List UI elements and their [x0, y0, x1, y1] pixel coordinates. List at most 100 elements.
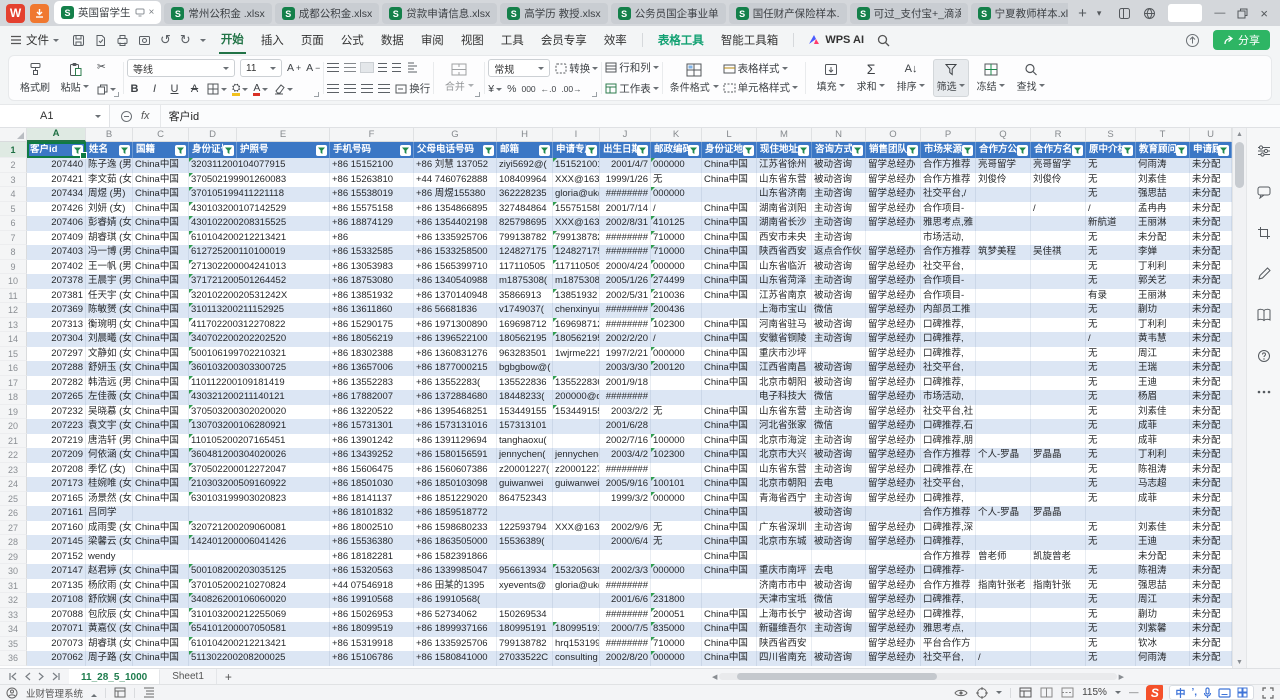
grid-cell[interactable]: China中国: [702, 550, 757, 565]
grid-cell[interactable]: China中国: [133, 245, 189, 260]
grid-cell[interactable]: +86 13053983: [330, 260, 414, 275]
grid-cell[interactable]: 207147: [27, 564, 86, 579]
grid-cell[interactable]: 未分配: [1190, 318, 1232, 333]
grid-cell[interactable]: [553, 361, 600, 376]
grid-cell[interactable]: 留学总经办: [866, 651, 921, 666]
grid-cell[interactable]: 未分配: [1190, 231, 1232, 246]
grid-cell[interactable]: 成雨雯 (女: [86, 521, 133, 536]
grid-cell[interactable]: China中国: [702, 492, 757, 507]
find-button[interactable]: 查找: [1013, 59, 1049, 97]
grid-cell[interactable]: 未分配: [1190, 637, 1232, 652]
grid-cell[interactable]: China中国: [702, 506, 757, 521]
grid-cell[interactable]: 返点合作伙: [812, 245, 866, 260]
grid-cell[interactable]: [976, 492, 1031, 507]
grid-cell[interactable]: 2002/3/3: [600, 564, 651, 579]
grid-cell[interactable]: /: [651, 332, 702, 347]
horizontal-scroll-thumb[interactable]: [737, 673, 937, 680]
close-tab-icon[interactable]: ×: [149, 7, 155, 18]
grid-cell[interactable]: 王丽淋: [1136, 216, 1190, 231]
grid-cell[interactable]: gloria@uk(: [553, 187, 600, 202]
grid-cell[interactable]: 110112200109181419: [189, 376, 330, 391]
comment-icon[interactable]: [1257, 185, 1271, 199]
grid-cell[interactable]: 山东省临沂: [757, 260, 812, 275]
grid-cell[interactable]: 被动咨询: [812, 535, 866, 550]
wrap-text-button[interactable]: 换行: [395, 81, 430, 96]
grid-cell[interactable]: +86 18056219: [330, 332, 414, 347]
grid-cell[interactable]: 江西省南昌: [757, 361, 812, 376]
grid-cell[interactable]: +86 52734062: [414, 608, 497, 623]
filter-dropdown-icon[interactable]: [1017, 145, 1028, 156]
grid-cell[interactable]: 2001/6/28: [600, 419, 651, 434]
grid-cell[interactable]: 胡睿琪 (女: [86, 637, 133, 652]
grid-cell[interactable]: 吴佳祺: [1031, 245, 1086, 260]
grid-cell[interactable]: 274499: [651, 274, 702, 289]
grid-cell[interactable]: 207406: [27, 216, 86, 231]
grid-cell[interactable]: 630103199903020823: [189, 492, 330, 507]
grid-cell[interactable]: China中国: [133, 376, 189, 391]
grid-cell[interactable]: +86 1582391866: [414, 550, 497, 565]
grid-cell[interactable]: 未分配: [1190, 463, 1232, 478]
grid-cell[interactable]: [133, 550, 189, 565]
grid-cell[interactable]: 370105199411221118: [189, 187, 330, 202]
filter-dropdown-icon[interactable]: [483, 145, 494, 156]
row-number[interactable]: 7: [0, 231, 27, 246]
grid-cell[interactable]: 合作项目-: [921, 202, 976, 217]
grid-cell[interactable]: 杨眉: [1136, 390, 1190, 405]
grid-cell[interactable]: 北京市东城: [757, 535, 812, 550]
grid-cell[interactable]: 799138782: [553, 231, 600, 246]
grid-cell[interactable]: XXX@163.c: [553, 173, 600, 188]
row-number[interactable]: 13: [0, 318, 27, 333]
grid-cell[interactable]: 留学总经办: [866, 332, 921, 347]
row-number[interactable]: 27: [0, 521, 27, 536]
fill-button[interactable]: 填充: [813, 59, 849, 97]
grid-cell[interactable]: [1031, 521, 1086, 536]
system-caret[interactable]: [91, 691, 97, 697]
sheet-tab-active[interactable]: 11_28_5_1000: [69, 669, 160, 684]
grid-cell[interactable]: 207304: [27, 332, 86, 347]
menu-item-数据[interactable]: 数据: [379, 27, 406, 53]
grid-cell[interactable]: ########: [600, 579, 651, 594]
header-cell[interactable]: 咨询方式: [812, 142, 866, 158]
minimize-icon[interactable]: —: [1214, 7, 1225, 19]
header-cell[interactable]: 原中介机: [1086, 142, 1136, 158]
grid-cell[interactable]: [702, 303, 757, 318]
grid-cell[interactable]: China中国: [702, 521, 757, 536]
grid-cell[interactable]: [1031, 260, 1086, 275]
grid-cell[interactable]: [976, 289, 1031, 304]
grid-cell[interactable]: [976, 477, 1031, 492]
grid-cell[interactable]: China中国: [702, 434, 757, 449]
column-letter[interactable]: D: [189, 128, 237, 142]
row-number[interactable]: 3: [0, 173, 27, 188]
column-letter[interactable]: B: [86, 128, 133, 142]
grid-cell[interactable]: [1031, 405, 1086, 420]
grid-cell[interactable]: gloria@uk(: [553, 579, 600, 594]
grid-cell[interactable]: China中国: [702, 231, 757, 246]
grid-cell[interactable]: 雅思考点,雅: [921, 216, 976, 231]
grid-cell[interactable]: 留学总经办: [866, 216, 921, 231]
grid-cell[interactable]: 罗晶晶: [1031, 448, 1086, 463]
column-letter[interactable]: L: [702, 128, 757, 142]
grid-cell[interactable]: 207108: [27, 593, 86, 608]
grid-cell[interactable]: 留学总经办: [866, 521, 921, 536]
grid-cell[interactable]: 留学总经办: [866, 289, 921, 304]
grid-cell[interactable]: ########: [600, 608, 651, 623]
grid-cell[interactable]: +86 13439252: [330, 448, 414, 463]
grid-cell[interactable]: +86 18099519: [330, 622, 414, 637]
scroll-left-icon[interactable]: ◀: [712, 673, 717, 681]
grid-cell[interactable]: 王丽淋: [1136, 289, 1190, 304]
grid-cell[interactable]: 207232: [27, 405, 86, 420]
grid-cell[interactable]: 冯一博 (男: [86, 245, 133, 260]
grid-cell[interactable]: [976, 231, 1031, 246]
grid-cell[interactable]: +86 15332585: [330, 245, 414, 260]
grid-cell[interactable]: [757, 550, 812, 565]
grid-cell[interactable]: 周子路 (女: [86, 651, 133, 666]
filter-dropdown-icon[interactable]: [316, 145, 327, 156]
grid-cell[interactable]: 合作方推荐: [921, 550, 976, 565]
grid-cell[interactable]: China中国: [133, 216, 189, 231]
grid-cell[interactable]: 117110505: [553, 260, 600, 275]
grid-cell[interactable]: 内部员工推: [921, 303, 976, 318]
grid-cell[interactable]: [812, 637, 866, 652]
header-cell[interactable]: 身份证地: [702, 142, 757, 158]
grid-cell[interactable]: 社交平台,社: [921, 405, 976, 420]
grid-cell[interactable]: +86 13657006: [330, 361, 414, 376]
